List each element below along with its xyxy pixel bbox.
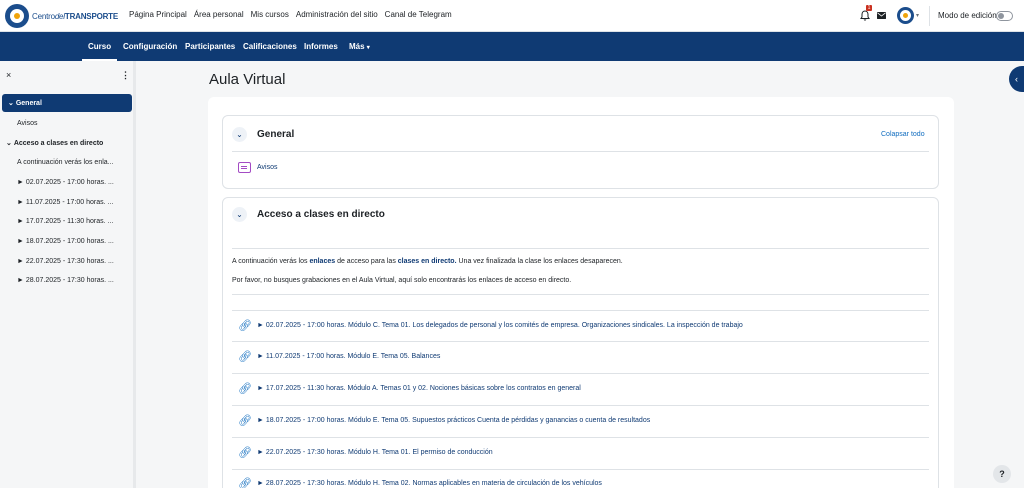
user-avatar[interactable]: [897, 7, 914, 24]
tab-reports[interactable]: Informes: [304, 42, 338, 51]
nav-dashboard[interactable]: Área personal: [194, 10, 244, 19]
notification-count-badge: 1: [866, 5, 872, 11]
section-title[interactable]: Acceso a clases en directo: [257, 209, 385, 220]
primary-navigation: Página Principal Área personal Mis curso…: [129, 10, 452, 19]
divider: [232, 151, 929, 152]
chevron-down-icon: ⌄: [6, 140, 12, 147]
drawer-item-avisos[interactable]: Avisos: [17, 120, 38, 127]
drawer-item-link[interactable]: ► 22.07.2025 - 17:30 horas. ...: [17, 258, 114, 265]
divider: [232, 373, 929, 374]
logo-icon: [5, 4, 29, 28]
mail-icon[interactable]: [877, 12, 886, 19]
nav-my-courses[interactable]: Mis cursos: [251, 10, 289, 19]
divider: [232, 248, 929, 249]
activity-link-url[interactable]: ► 22.07.2025 - 17:30 horas. Módulo H. Te…: [257, 449, 493, 456]
link-icon: 🔗︎: [238, 478, 252, 488]
page-title: Aula Virtual: [209, 71, 286, 88]
chevron-left-icon[interactable]: ‹: [1009, 66, 1024, 92]
drawer-item-summary[interactable]: A continuación verás los enla...: [17, 159, 114, 166]
drawer-item-link[interactable]: ► 02.07.2025 - 17:00 horas. ...: [17, 179, 114, 186]
collapse-all-link[interactable]: Colapsar todo: [881, 131, 925, 138]
edit-mode-label: Modo de edición: [938, 11, 997, 20]
nav-site-admin[interactable]: Administración del sitio: [296, 10, 378, 19]
forum-icon: [238, 162, 251, 173]
tab-participants[interactable]: Participantes: [185, 42, 235, 51]
chevron-down-icon: ⌄: [8, 100, 14, 107]
tab-more[interactable]: Más ▾: [349, 42, 370, 51]
chevron-down-icon: ▾: [366, 45, 370, 51]
tab-more-label: Más: [349, 42, 365, 51]
drawer-section-general[interactable]: ⌄ General: [2, 94, 132, 112]
link-icon: 🔗︎: [238, 320, 252, 332]
divider: [232, 294, 929, 295]
course-index-drawer: × ⋮ ⌄ General Avisos ⌄ Acceso a clases e…: [0, 61, 136, 488]
drawer-scrollbar[interactable]: [133, 61, 136, 488]
section-title[interactable]: General: [257, 129, 294, 140]
nav-telegram[interactable]: Canal de Telegram: [385, 10, 452, 19]
drawer-item-link[interactable]: ► 11.07.2025 - 17:00 horas. ...: [17, 199, 113, 206]
drawer-section-label: General: [15, 100, 42, 107]
help-button[interactable]: ?: [993, 465, 1011, 483]
section-summary-line-1: A continuación verás los enlaces de acce…: [232, 258, 623, 265]
section-general: [222, 115, 939, 189]
link-icon: 🔗︎: [238, 351, 252, 363]
divider: [232, 341, 929, 342]
nav-home[interactable]: Página Principal: [129, 10, 187, 19]
activity-link-url[interactable]: ► 11.07.2025 - 17:00 horas. Módulo E. Te…: [257, 353, 440, 360]
activity-link-url[interactable]: ► 18.07.2025 - 17:00 horas. Módulo E. Te…: [257, 417, 650, 424]
tab-grades[interactable]: Calificaciones: [243, 42, 297, 51]
kebab-menu-icon[interactable]: ⋮: [121, 70, 130, 81]
chevron-down-icon[interactable]: ⌄: [232, 207, 247, 222]
divider: [232, 437, 929, 438]
drawer-section-live[interactable]: ⌄ Acceso a clases en directo: [6, 139, 103, 147]
drawer-item-link[interactable]: ► 17.07.2025 - 11:30 horas. ...: [17, 218, 113, 225]
chevron-down-icon[interactable]: ▾: [916, 12, 919, 19]
logo-text: CentrodelTRANSPORTE: [32, 11, 119, 21]
tab-settings[interactable]: Configuración: [123, 42, 177, 51]
bell-icon[interactable]: [860, 10, 870, 21]
activity-link-url[interactable]: ► 28.07.2025 - 17:30 horas. Módulo H. Te…: [257, 480, 602, 487]
site-logo[interactable]: CentrodelTRANSPORTE: [5, 4, 118, 28]
activity-link-url[interactable]: ► 17.07.2025 - 11:30 horas. Módulo A. Te…: [257, 385, 581, 392]
edit-mode-toggle[interactable]: [996, 11, 1013, 21]
section-live-classes: [222, 197, 939, 488]
link-icon: 🔗︎: [238, 415, 252, 427]
divider: [232, 469, 929, 470]
activity-link-url[interactable]: ► 02.07.2025 - 17:00 horas. Módulo C. Te…: [257, 322, 743, 329]
divider: [232, 405, 929, 406]
drawer-section-label: Acceso a clases en directo: [13, 140, 104, 147]
link-icon: 🔗︎: [238, 383, 252, 395]
activity-link-avisos[interactable]: Avisos: [257, 164, 278, 171]
link-icon: 🔗︎: [238, 447, 252, 459]
chevron-down-icon[interactable]: ⌄: [232, 127, 247, 142]
close-icon[interactable]: ×: [6, 70, 11, 80]
section-summary-line-2: Por favor, no busques grabaciones en el …: [232, 277, 572, 284]
tab-course[interactable]: Curso: [81, 42, 118, 61]
course-secondary-nav: Curso Configuración Participantes Califi…: [0, 32, 1024, 61]
divider: [929, 6, 930, 26]
divider: [232, 310, 929, 311]
drawer-item-link[interactable]: ► 28.07.2025 - 17:30 horas. ...: [17, 277, 114, 284]
drawer-item-link[interactable]: ► 18.07.2025 - 17:00 horas. ...: [17, 238, 114, 245]
